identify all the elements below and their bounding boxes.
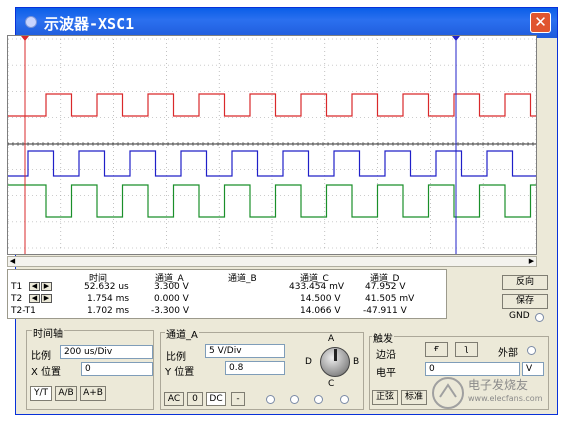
watermark-url: www.elecfans.com	[468, 394, 543, 403]
delta-time: 1.702 ms	[87, 306, 130, 316]
delta-channel-c: 14.066 V	[300, 306, 341, 316]
watermark: 电子发烧友 www.elecfans.com	[428, 374, 554, 412]
coupling-ac-button[interactable]: AC	[164, 392, 184, 406]
timebase-xpos-label: X 位置	[31, 367, 62, 378]
channel-a-scale-field[interactable]: 5 V/Div	[205, 344, 285, 358]
scroll-right-icon[interactable]: ▶	[527, 257, 536, 266]
t2-time: 1.754 ms	[87, 294, 130, 304]
t1-left-arrow-icon[interactable]: ◀	[29, 282, 40, 291]
channel-radio-2[interactable]	[290, 395, 299, 404]
app-icon	[25, 16, 37, 28]
gnd-radio[interactable]	[535, 313, 544, 322]
selector-label-d: D	[305, 357, 312, 367]
t2-right-arrow-icon[interactable]: ▶	[41, 294, 52, 303]
watermark-logo-icon	[432, 377, 464, 409]
coupling-dc-button[interactable]: DC	[206, 392, 226, 406]
mode-ab-button[interactable]: A/B	[55, 386, 77, 401]
t2-channel-c: 14.500 V	[300, 294, 341, 304]
channel-selector-knob[interactable]	[320, 347, 350, 377]
title-bar[interactable]: 示波器-XSC1 ✕	[16, 8, 557, 38]
timebase-group-title: 时间轴	[32, 325, 64, 340]
channel-a-group-title: 通道_A	[165, 326, 199, 341]
window-title: 示波器-XSC1	[44, 15, 135, 33]
external-trigger-radio[interactable]	[527, 346, 536, 355]
scroll-left-icon[interactable]: ◀	[8, 257, 17, 266]
save-button[interactable]: 保存	[502, 294, 548, 309]
t1-channel-d: 47.952 V	[365, 282, 406, 292]
timebase-xpos-field[interactable]: 0	[81, 362, 153, 376]
mode-yt-button[interactable]: Y/T	[30, 386, 52, 401]
cursor-t2-marker	[452, 36, 460, 41]
channel-c-waveform	[8, 184, 536, 218]
timebase-scale-label: 比例	[31, 351, 51, 362]
selector-label-b: B	[353, 357, 360, 367]
delta-channel-d: -47.911 V	[363, 306, 407, 316]
t1-channel-c: 433.454 mV	[289, 282, 345, 292]
timebase-scale-field[interactable]: 200 us/Div	[60, 345, 153, 359]
horizontal-scrollbar[interactable]: ◀ ▶	[7, 256, 537, 267]
gnd-label: GND	[509, 311, 530, 321]
trigger-sine-button[interactable]: 正弦	[372, 390, 398, 405]
mode-aplusb-button[interactable]: A+B	[80, 386, 106, 401]
edge-falling-button[interactable]: ʅ	[455, 342, 478, 357]
trigger-edge-label: 边沿	[376, 350, 396, 361]
channel-radio-3[interactable]	[314, 395, 323, 404]
watermark-text: 电子发烧友	[468, 378, 529, 392]
oscilloscope-screen	[7, 35, 537, 255]
selector-label-a: A	[328, 334, 335, 344]
cursor-readout-panel: 时间 通道_A 通道_B 通道_C 通道_D T1 ◀ ▶ 52.632 us …	[7, 269, 447, 319]
channel-a-ypos-label: Y 位置	[165, 367, 195, 378]
channel-a-scale-label: 比例	[166, 352, 186, 363]
row-label-t2-t1: T2-T1	[11, 306, 36, 316]
t1-channel-a: 3.300 V	[154, 282, 189, 292]
waveform-display	[8, 36, 536, 254]
trigger-standard-button[interactable]: 标准	[401, 390, 427, 405]
channel-radio-1[interactable]	[266, 395, 275, 404]
channel-radio-4[interactable]	[340, 395, 349, 404]
knob-indicator	[334, 349, 337, 361]
header-channel-b: 通道_B	[228, 274, 257, 284]
cursor-t1-marker	[21, 36, 29, 41]
t2-left-arrow-icon[interactable]: ◀	[29, 294, 40, 303]
coupling-zero-button[interactable]: 0	[187, 392, 203, 406]
trigger-level-label: 电平	[376, 368, 396, 379]
reverse-button[interactable]: 反向	[502, 275, 548, 290]
t2-channel-d: 41.505 mV	[365, 294, 415, 304]
channel-a-waveform	[8, 93, 536, 117]
trigger-group-title: 触发	[372, 330, 394, 345]
row-label-t1: T1	[11, 282, 23, 292]
channel-a-ypos-field[interactable]: 0.8	[225, 361, 285, 375]
t1-time: 52.632 us	[84, 282, 129, 292]
close-button[interactable]: ✕	[530, 12, 551, 33]
external-trigger-label: 外部	[498, 348, 518, 359]
selector-label-c: C	[328, 379, 335, 389]
invert-button[interactable]: -	[231, 392, 245, 406]
t2-channel-a: 0.000 V	[154, 294, 189, 304]
delta-channel-a: -3.300 V	[151, 306, 190, 316]
t1-right-arrow-icon[interactable]: ▶	[41, 282, 52, 291]
edge-rising-button[interactable]: ғ	[425, 342, 448, 357]
row-label-t2: T2	[11, 294, 23, 304]
